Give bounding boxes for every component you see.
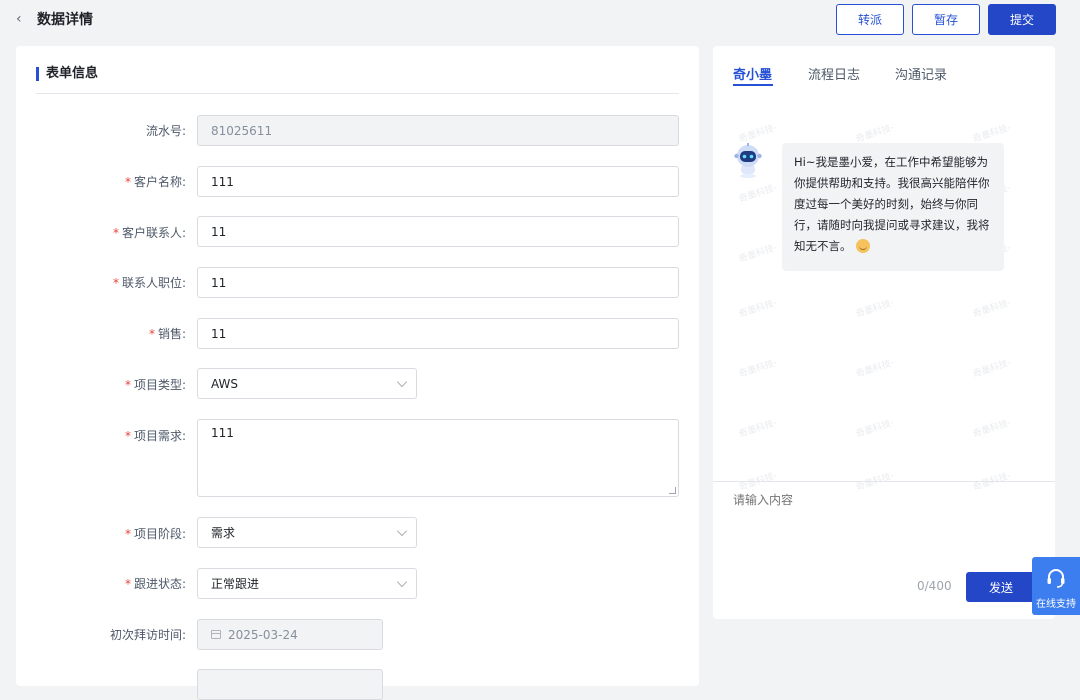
- page-title: 数据详情: [37, 12, 93, 28]
- bot-message-bubble: Hi~我是墨小爱，在工作中希望能够为你提供帮助和支持。我很高兴能陪伴你度过每一个…: [782, 143, 1004, 271]
- char-counter: 0/400: [917, 579, 952, 593]
- smile-emoji-icon: [855, 239, 870, 253]
- customer-contact-field[interactable]: 11: [197, 216, 679, 247]
- watermark: 奇墨科技-: [854, 123, 896, 145]
- project-requirement-label: * 项目需求:: [124, 429, 186, 443]
- chat-divider: [713, 481, 1055, 482]
- next-field: [197, 669, 383, 700]
- watermark: 奇墨科技-: [971, 418, 1013, 440]
- project-stage-value: 需求: [211, 526, 236, 540]
- headset-icon: [1047, 569, 1065, 588]
- chevron-left-icon[interactable]: ‹: [16, 11, 30, 27]
- project-type-value: AWS: [211, 376, 239, 391]
- watermark: 奇墨科技-: [971, 123, 1013, 145]
- project-requirement-textarea[interactable]: 111: [197, 419, 679, 497]
- project-type-label: * 项目类型:: [124, 378, 186, 392]
- active-tab-indicator: [733, 84, 773, 86]
- watermark: 奇墨科技-: [737, 298, 779, 320]
- section-divider: [36, 93, 679, 94]
- watermark: 奇墨科技-: [737, 183, 779, 205]
- chevron-down-icon: [396, 525, 408, 537]
- bot-message-text: Hi~我是墨小爱，在工作中希望能够为你提供帮助和支持。我很高兴能陪伴你度过每一个…: [794, 155, 990, 253]
- watermark: 奇墨科技-: [854, 298, 896, 320]
- save-draft-button[interactable]: 暂存: [912, 4, 980, 35]
- send-button[interactable]: 发送: [966, 572, 1036, 602]
- customer-name-field[interactable]: 111: [197, 166, 679, 197]
- transfer-button[interactable]: 转派: [836, 4, 904, 35]
- support-label: 在线支持: [1036, 599, 1076, 610]
- sales-label: * 销售:: [148, 327, 186, 341]
- first-visit-label: 初次拜访时间:: [109, 628, 186, 642]
- project-stage-label: * 项目阶段:: [124, 527, 186, 541]
- follow-status-select[interactable]: 正常跟进: [197, 568, 417, 599]
- project-type-select[interactable]: AWS: [197, 368, 417, 399]
- form-panel: 表单信息 流水号: 81025611 * 客户名称: 111 * 客户联系人: 11…: [16, 46, 699, 700]
- watermark: 奇墨科技-: [737, 243, 779, 265]
- watermark: 奇墨科技-: [737, 418, 779, 440]
- watermark: 奇墨科技-: [971, 298, 1013, 320]
- project-requirement-value: 111: [211, 426, 234, 440]
- contact-position-field[interactable]: 11: [197, 267, 679, 298]
- submit-button[interactable]: 提交: [988, 4, 1056, 35]
- customer-name-label: * 客户名称:: [124, 175, 186, 189]
- tab-communication[interactable]: 沟通记录: [895, 64, 947, 83]
- page-header: ‹ 数据详情 转派 暂存 提交: [0, 0, 1080, 40]
- assistant-panel: 奇小墨 流程日志 沟通记录 奇墨科技- 奇墨科技- 奇墨科技- 奇墨科技- 奇墨…: [713, 46, 1055, 619]
- robot-avatar-icon: [734, 143, 762, 178]
- section-title: 表单信息: [36, 66, 98, 82]
- serial-no-label: 流水号:: [145, 124, 186, 138]
- contact-position-label: * 联系人职位:: [112, 276, 186, 290]
- calendar-icon: [211, 630, 221, 639]
- watermark: 奇墨科技-: [971, 358, 1013, 380]
- first-visit-date-field: 2025-03-24: [197, 619, 383, 650]
- watermark: 奇墨科技-: [737, 358, 779, 380]
- customer-contact-label: * 客户联系人:: [112, 226, 186, 240]
- watermark: 奇墨科技-: [737, 123, 779, 145]
- follow-status-value: 正常跟进: [211, 577, 260, 591]
- project-stage-select[interactable]: 需求: [197, 517, 417, 548]
- follow-status-label: * 跟进状态:: [124, 577, 186, 591]
- sales-field[interactable]: 11: [197, 318, 679, 349]
- resize-handle-icon[interactable]: [669, 487, 676, 494]
- tab-process-log[interactable]: 流程日志: [808, 64, 860, 83]
- first-visit-value: 2025-03-24: [228, 627, 298, 642]
- serial-no-field: 81025611: [197, 115, 679, 146]
- online-support-button[interactable]: 在线支持: [1032, 557, 1080, 615]
- chat-input[interactable]: [733, 491, 1033, 561]
- tab-assistant[interactable]: 奇小墨: [733, 64, 772, 83]
- chevron-down-icon: [396, 576, 408, 588]
- watermark: 奇墨科技-: [854, 418, 896, 440]
- chevron-down-icon: [396, 376, 408, 388]
- watermark: 奇墨科技-: [854, 358, 896, 380]
